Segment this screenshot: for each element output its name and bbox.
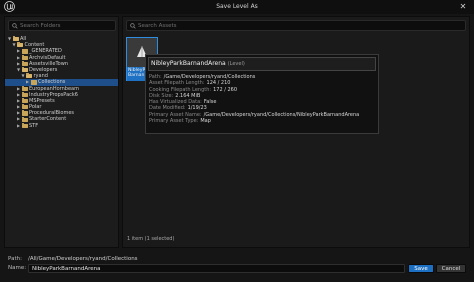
tooltip-value: 172 / 260 (213, 86, 238, 93)
folder-icon (21, 116, 28, 122)
window-title: Save Level As (216, 3, 258, 10)
tooltip-key: Asset Filepath Length: (149, 80, 205, 87)
asset-panel: NibleyPark Barnan NibleyParkBarnandArena… (122, 16, 470, 248)
tooltip-value: 2.164 MiB (175, 92, 201, 99)
tooltip-header: NibleyParkBarnandArena (Level) (148, 57, 376, 71)
tooltip-asset-name: NibleyParkBarnandArena (151, 60, 226, 67)
asset-search-box[interactable] (126, 20, 466, 31)
folder-icon (21, 98, 28, 104)
close-icon[interactable]: ✕ (458, 2, 468, 12)
folder-icon (21, 60, 28, 67)
tooltip-value: False (203, 99, 217, 106)
folder-icon (12, 36, 19, 42)
folder-icon (21, 48, 28, 54)
tooltip-row: Primary Asset Type: Map (149, 118, 377, 124)
folder-icon (21, 122, 28, 128)
folder-panel: ▼All▼Content▶_GENERATED▶ArchvisDefault▶A… (4, 16, 119, 248)
path-label: Path: (8, 256, 22, 262)
tooltip-key: Disk Size: (149, 92, 174, 99)
folder-icon (21, 67, 28, 73)
folder-icon (21, 104, 28, 110)
title-bar: Save Level As ✕ (0, 0, 474, 14)
tooltip-key: Primary Asset Type: (149, 118, 199, 125)
tooltip-value: 124 / 210 (206, 80, 231, 87)
folder-icon (21, 91, 28, 97)
folder-icon (30, 79, 37, 85)
folder-icon (26, 73, 32, 79)
folder-icon (21, 54, 28, 60)
tooltip-value: /Game/Developers/ryand/Collections (163, 74, 256, 80)
tooltip-value: Map (200, 118, 211, 125)
tooltip-details: Path:/Game/Developers/ryand/Collections A… (149, 74, 377, 124)
name-input[interactable] (28, 264, 405, 273)
tooltip-value: /Game/Developers/ryand/Collections/Nible… (203, 111, 360, 118)
folder-tree-item[interactable]: ▶ STF (5, 123, 118, 129)
save-footer: Path: /All/Game/Developers/ryand/Collect… (0, 252, 474, 282)
tooltip-key: Date Modified: (149, 105, 186, 112)
asset-tooltip: NibleyParkBarnandArena (Level) Path:/Game… (145, 54, 379, 134)
tooltip-key: Cooking Filepath Length: (149, 86, 212, 93)
tooltip-key: Path: (149, 74, 162, 80)
search-icon (130, 23, 136, 29)
tooltip-key: Has Virtualized Data: (149, 99, 202, 106)
item-count: 1 item (1 selected) (127, 236, 175, 242)
cancel-button[interactable]: Cancel (436, 264, 466, 273)
folder-icon (17, 42, 23, 48)
folder-search-input[interactable] (20, 21, 112, 30)
path-value: /All/Game/Developers/ryand/Collections (28, 256, 138, 262)
folder-icon (21, 110, 28, 116)
save-button[interactable]: Save (408, 264, 434, 273)
search-icon (12, 23, 18, 29)
tooltip-asset-kind: (Level) (227, 61, 245, 67)
folder-icon (21, 85, 28, 91)
asset-search-input[interactable] (138, 21, 462, 30)
tooltip-key: Primary Asset Name: (149, 111, 202, 118)
chevron-right-icon[interactable]: ▶ (16, 123, 21, 129)
folder-search-box[interactable] (8, 20, 116, 31)
folder-label: STF (29, 122, 39, 129)
tooltip-value: 1/19/23 (187, 105, 207, 112)
name-label: Name: (8, 265, 27, 271)
folder-tree: ▼ All ▼ Content ▶ _GENERATED ▶ ArchvisDefault ▶ A… (5, 36, 118, 129)
